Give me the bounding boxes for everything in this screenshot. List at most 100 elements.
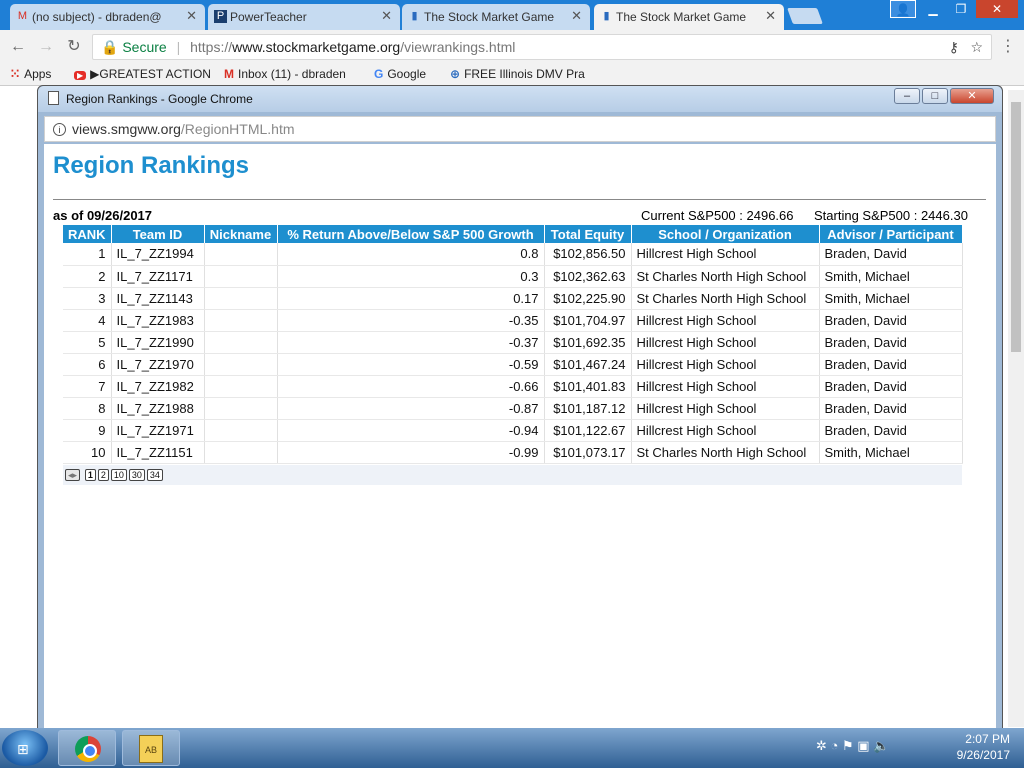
- cell-total-equity: $101,122.67: [544, 419, 632, 442]
- cell-total-equity: $102,225.90: [544, 287, 632, 310]
- cell-advisor: Braden, David: [819, 331, 963, 354]
- close-window-button[interactable]: ✕: [976, 0, 1018, 18]
- forward-icon[interactable]: →: [36, 37, 56, 57]
- notes-icon: AB: [139, 735, 163, 763]
- browser-toolbar: ← → ↻ 🔒 Secure | https://www.stockmarket…: [0, 30, 1024, 64]
- clock-date: 9/26/2017: [956, 748, 1010, 762]
- popup-maximize-button[interactable]: □: [922, 88, 948, 104]
- bookmark-label: Google: [387, 67, 427, 81]
- bookmark-google[interactable]: G Google: [374, 67, 426, 81]
- page-link[interactable]: 1: [84, 469, 96, 481]
- cell-school: St Charles North High School: [631, 287, 820, 310]
- reload-icon[interactable]: ↻: [64, 37, 84, 57]
- page-link[interactable]: 30: [128, 469, 145, 481]
- network-app-icon[interactable]: ✲: [816, 738, 827, 753]
- bookmark-greatest-action[interactable]: ▶ ▶GREATEST ACTION: [74, 67, 211, 81]
- cell-advisor: Braden, David: [819, 419, 963, 442]
- cell-total-equity: $101,692.35: [544, 331, 632, 354]
- page-link[interactable]: 34: [146, 469, 163, 481]
- gmail-icon: M: [224, 67, 234, 81]
- taskbar: ⊞ AB ✲ ◔ ⚑ ▣ 🔈 2:07 PM 9/26/2017: [0, 728, 1024, 768]
- bookmarks-bar: ⁙ Apps ▶ ▶GREATEST ACTION M Inbox (11) - db…: [0, 64, 1024, 86]
- bookmark-inbox[interactable]: M Inbox (11) - dbraden: [224, 67, 346, 81]
- cell-return: -0.35: [277, 309, 545, 332]
- close-icon[interactable]: ✕: [571, 8, 582, 24]
- cell-team-id: IL_7_ZZ1143: [111, 287, 205, 310]
- cell-return: -0.66: [277, 375, 545, 398]
- cell-total-equity: $101,073.17: [544, 441, 632, 464]
- bookmark-dmv[interactable]: ⊕ FREE Illinois DMV Pra: [450, 67, 585, 81]
- cell-nickname: [204, 397, 278, 420]
- lock-icon: 🔒: [101, 39, 119, 55]
- url-path: /RegionHTML.htm: [180, 121, 295, 137]
- cell-school: Hillcrest High School: [631, 397, 820, 420]
- clock[interactable]: 2:07 PM 9/26/2017: [930, 731, 1010, 763]
- cell-rank: 1: [63, 243, 112, 266]
- display-icon[interactable]: ▣: [857, 738, 869, 753]
- cell-rank: 10: [63, 441, 112, 464]
- close-icon[interactable]: ✕: [381, 8, 392, 24]
- windows-logo-icon: ⊞: [17, 741, 29, 757]
- cell-advisor: Braden, David: [819, 375, 963, 398]
- menu-icon[interactable]: ⋮: [998, 37, 1018, 57]
- popup-address-bar[interactable]: i views.smgww.org/RegionHTML.htm: [44, 116, 996, 142]
- column-header-school: School / Organization: [631, 225, 820, 243]
- page-link[interactable]: 10: [110, 469, 127, 481]
- address-bar[interactable]: 🔒 Secure | https://www.stockmarketgame.o…: [92, 34, 992, 60]
- flag-icon[interactable]: ⚑: [842, 738, 854, 753]
- star-icon[interactable]: ☆: [970, 35, 983, 59]
- info-icon[interactable]: i: [53, 123, 66, 136]
- new-tab-button[interactable]: [787, 8, 823, 24]
- cell-team-id: IL_7_ZZ1970: [111, 353, 205, 376]
- cell-total-equity: $101,467.24: [544, 353, 632, 376]
- popup-close-button[interactable]: ✕: [950, 88, 994, 104]
- table-row: 5 IL_7_ZZ1990 -0.37 $101,692.35 Hillcrest Hi…: [63, 331, 963, 354]
- bookmark-apps[interactable]: ⁙ Apps: [10, 67, 51, 81]
- cell-return: -0.94: [277, 419, 545, 442]
- popup-minimize-button[interactable]: –: [894, 88, 920, 104]
- column-header-team-id: Team ID: [111, 225, 205, 243]
- security-icon[interactable]: ◔: [831, 738, 839, 753]
- tab-title: (no subject) - dbraden@: [32, 10, 162, 24]
- scrollbar-thumb[interactable]: [1011, 102, 1021, 352]
- cell-nickname: [204, 441, 278, 464]
- scrollbar[interactable]: [1008, 90, 1024, 727]
- cell-rank: 3: [63, 287, 112, 310]
- taskbar-notes[interactable]: AB: [122, 730, 180, 766]
- profile-icon[interactable]: 👤: [890, 0, 916, 18]
- cell-rank: 5: [63, 331, 112, 354]
- key-icon[interactable]: ⚷: [949, 35, 959, 59]
- popup-title-bar[interactable]: Region Rankings - Google Chrome – □ ✕: [38, 86, 1002, 112]
- close-icon[interactable]: ✕: [765, 8, 776, 24]
- volume-icon[interactable]: 🔈: [873, 738, 889, 753]
- pagination: ◂▸ 1 2 10 30 34: [63, 465, 962, 485]
- cell-advisor: Braden, David: [819, 353, 963, 376]
- taskbar-chrome[interactable]: [58, 730, 116, 766]
- start-button[interactable]: ⊞: [2, 730, 48, 766]
- first-page-icon[interactable]: ◂▸: [65, 469, 81, 481]
- tab-stock-market-game[interactable]: ▮ The Stock Market Game ✕: [402, 4, 590, 30]
- table-row: 6 IL_7_ZZ1970 -0.59 $101,467.24 Hillcrest Hi…: [63, 353, 963, 376]
- url-host: www.stockmarketgame.org: [232, 39, 401, 55]
- minimize-button[interactable]: ▁: [920, 0, 946, 18]
- rankings-body: 1 IL_7_ZZ1994 0.8 $102,856.50 Hillcrest High…: [63, 243, 963, 464]
- maximize-button[interactable]: ❐: [948, 0, 974, 18]
- table-header-row: RANK Team ID Nickname % Return Above/Bel…: [63, 225, 963, 243]
- cell-school: Hillcrest High School: [631, 331, 820, 354]
- cell-return: 0.17: [277, 287, 545, 310]
- cell-advisor: Smith, Michael: [819, 265, 963, 288]
- tab-stock-market-game-active[interactable]: ▮ The Stock Market Game ✕: [594, 4, 784, 30]
- page-link[interactable]: 2: [97, 469, 109, 481]
- tab-powerteacher[interactable]: P PowerTeacher ✕: [208, 4, 400, 30]
- url-scheme: https://: [190, 39, 233, 55]
- divider: |: [176, 39, 181, 55]
- cell-school: Hillcrest High School: [631, 375, 820, 398]
- gmail-icon: M: [17, 10, 28, 22]
- cell-team-id: IL_7_ZZ1971: [111, 419, 205, 442]
- close-icon[interactable]: ✕: [186, 8, 197, 24]
- cell-total-equity: $101,187.12: [544, 397, 632, 420]
- chrome-icon: [75, 736, 101, 762]
- bookmark-label: FREE Illinois DMV Pra: [464, 67, 585, 81]
- tab-gmail[interactable]: M (no subject) - dbraden@ ✕: [10, 4, 205, 30]
- back-icon[interactable]: ←: [8, 37, 28, 57]
